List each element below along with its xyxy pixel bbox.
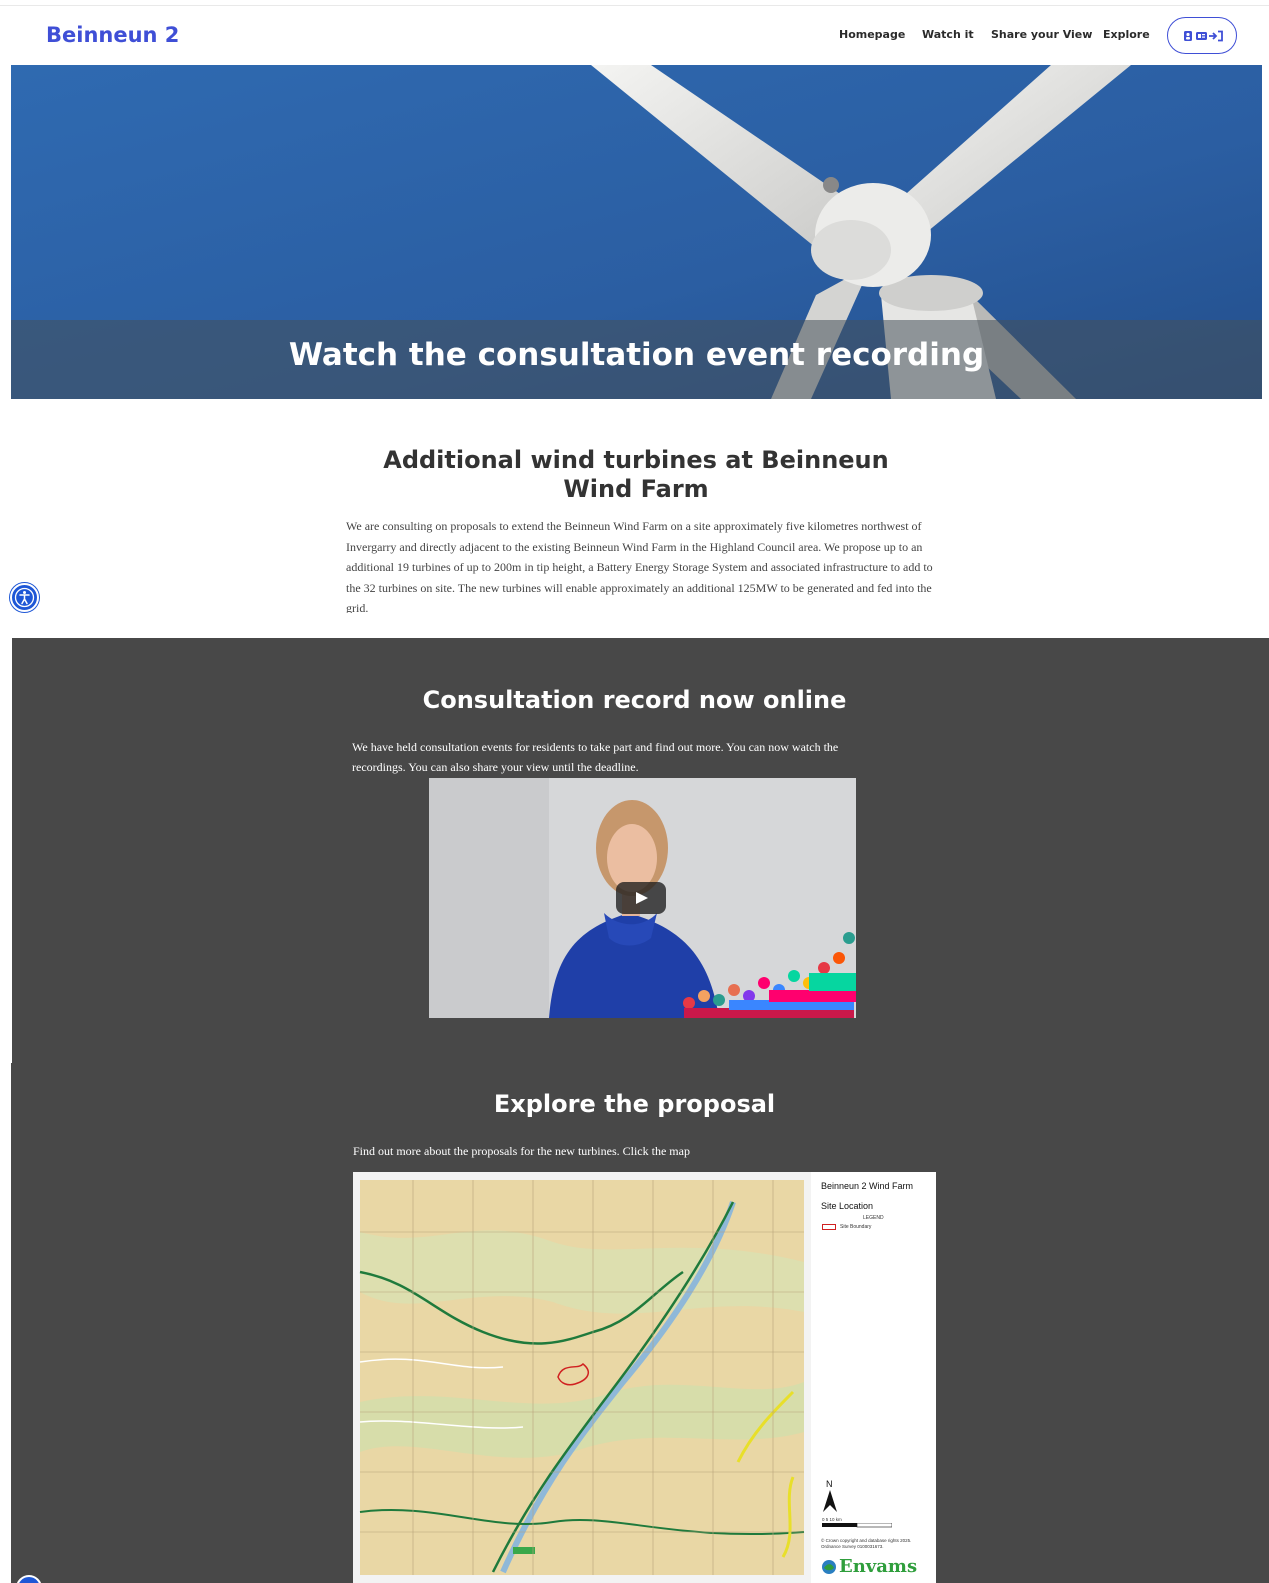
intro-title: Additional wind turbines at Beinneun Win… — [383, 446, 889, 503]
nav-explore[interactable]: Explore — [1103, 28, 1150, 41]
legend-heading: LEGEND — [863, 1215, 884, 1221]
hero-banner: Watch the consultation event recording — [11, 65, 1262, 399]
hero-title: Watch the consultation event recording — [288, 337, 985, 373]
legend-site-boundary: Site Boundary — [840, 1224, 872, 1230]
nav-share-your-view[interactable]: Share your View — [991, 28, 1092, 41]
map-image — [353, 1172, 811, 1583]
envams-brand: Envams — [839, 1556, 918, 1577]
intro-text: We are consulting on proposals to extend… — [346, 519, 933, 613]
map-subtitle: Site Location — [821, 1201, 874, 1211]
consultation-text: We have held consultation events for res… — [352, 740, 839, 774]
login-button[interactable] — [1167, 17, 1237, 54]
ordnance-survey-map — [353, 1172, 811, 1583]
accessibility-icon — [14, 587, 35, 608]
site-location-map[interactable]: Beinneun 2 Wind Farm Site Location LEGEN… — [353, 1172, 936, 1583]
explore-text: Find out more about the proposals for th… — [353, 1144, 690, 1158]
main-nav: Homepage Watch it Share your View Explor… — [0, 28, 1269, 48]
north-label: N — [826, 1479, 833, 1489]
person-card-login-icon — [1184, 30, 1223, 42]
site-header: Beinneun 2 Homepage Watch it Share your … — [0, 6, 1269, 65]
nav-homepage[interactable]: Homepage — [839, 28, 905, 41]
explore-title: Explore the proposal — [493, 1090, 776, 1118]
site-boundary-swatch — [822, 1224, 836, 1230]
map-legend: Beinneun 2 Wind Farm Site Location LEGEN… — [811, 1172, 936, 1583]
envams-logo-icon — [822, 1560, 836, 1574]
accessibility-button[interactable] — [10, 583, 39, 612]
map-copyright: © Crown copyright and database rights 20… — [821, 1538, 912, 1549]
map-title: Beinneun 2 Wind Farm — [821, 1181, 914, 1191]
north-arrow-icon — [823, 1490, 837, 1512]
consultation-title: Consultation record now online — [422, 686, 847, 714]
scale-bar — [822, 1523, 892, 1528]
video-player[interactable] — [429, 778, 856, 1018]
scale-bar-label: 0 5 10 km — [822, 1517, 842, 1522]
play-button[interactable] — [616, 882, 666, 914]
nav-watch-it[interactable]: Watch it — [922, 28, 974, 41]
play-icon — [636, 892, 648, 904]
